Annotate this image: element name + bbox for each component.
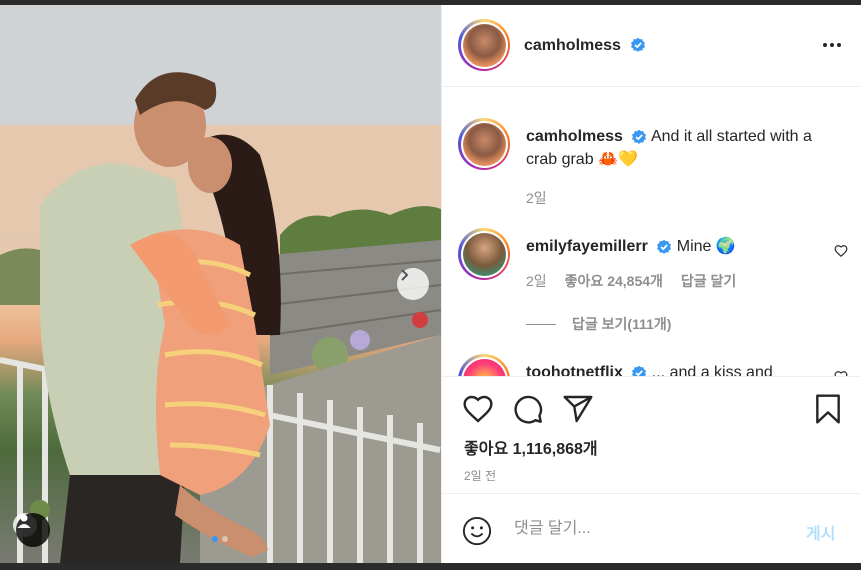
comment-likes[interactable]: 좋아요 24,854개	[565, 271, 663, 291]
comment-username[interactable]: toohotnetflix	[526, 364, 623, 376]
next-photo-button[interactable]	[397, 268, 429, 300]
verified-icon	[632, 129, 647, 144]
comment-item: toohotnetflix ... and a kiss and	[458, 354, 848, 376]
comment-avatar[interactable]	[458, 354, 510, 376]
instagram-post-modal: camholmess camholmess And it all started…	[0, 0, 861, 570]
caption-avatar[interactable]	[458, 118, 510, 170]
caption-text-block: camholmess And it all started with a cra…	[526, 125, 826, 171]
comment-avatar[interactable]	[458, 228, 510, 280]
comment-text: ... and a kiss and	[651, 364, 773, 376]
carousel-dot-1	[212, 536, 218, 542]
comment-meta: 2일 좋아요 24,854개 답글 달기	[526, 271, 736, 291]
post-actions: 좋아요 1,116,868개 2일 전	[442, 376, 861, 498]
post-time: 2일 전	[464, 469, 497, 483]
comment-time[interactable]: 2일	[526, 271, 547, 291]
carousel-indicator	[212, 536, 228, 542]
likes-count[interactable]: 좋아요 1,116,868개	[464, 435, 598, 459]
photo-illustration	[0, 5, 441, 563]
like-comment-icon[interactable]	[834, 244, 848, 258]
caption-meta: 2일	[526, 188, 547, 208]
share-icon[interactable]	[562, 393, 594, 425]
post-comment-button[interactable]: 게시	[806, 520, 835, 544]
author-username[interactable]: camholmess	[524, 37, 621, 55]
comment-username[interactable]: emilyfayemillerr	[526, 238, 648, 255]
verified-icon	[631, 37, 645, 52]
like-icon[interactable]	[462, 393, 494, 425]
chevron-right-icon	[401, 269, 409, 281]
author-avatar[interactable]	[458, 19, 510, 71]
view-replies-button[interactable]: 답글 보기(111개)	[526, 314, 671, 334]
caption-time[interactable]: 2일	[526, 188, 547, 208]
replies-divider	[526, 323, 556, 325]
more-icon	[823, 43, 841, 47]
save-icon[interactable]	[812, 393, 844, 425]
backdrop-bottom	[0, 563, 861, 570]
post-photo[interactable]	[0, 5, 441, 563]
verified-icon	[632, 365, 647, 376]
verified-icon	[657, 239, 672, 254]
comments-list[interactable]: camholmess And it all started with a cra…	[442, 88, 861, 376]
caption-username[interactable]: camholmess	[526, 128, 623, 145]
add-comment-bar: 게시	[442, 493, 861, 563]
user-icon	[17, 514, 31, 528]
comment-text-block: emilyfayemillerr Mine 🌍	[526, 235, 826, 258]
view-replies-label: 답글 보기(111개)	[572, 316, 672, 332]
more-options-button[interactable]	[820, 35, 844, 55]
comment-text: Mine 🌍	[676, 238, 736, 255]
comment-icon[interactable]	[512, 393, 544, 425]
comment-text-block: toohotnetflix ... and a kiss and	[526, 361, 826, 376]
verified-badge	[626, 36, 646, 54]
caption-item: camholmess And it all started with a cra…	[458, 118, 848, 208]
carousel-dot-2	[222, 536, 228, 542]
comment-input[interactable]	[514, 512, 794, 546]
reply-button[interactable]: 답글 달기	[681, 271, 736, 291]
emoji-icon[interactable]	[462, 516, 492, 546]
post-details-panel: camholmess camholmess And it all started…	[441, 5, 861, 563]
post-header: camholmess	[442, 5, 861, 87]
tagged-users-button[interactable]	[16, 513, 50, 547]
